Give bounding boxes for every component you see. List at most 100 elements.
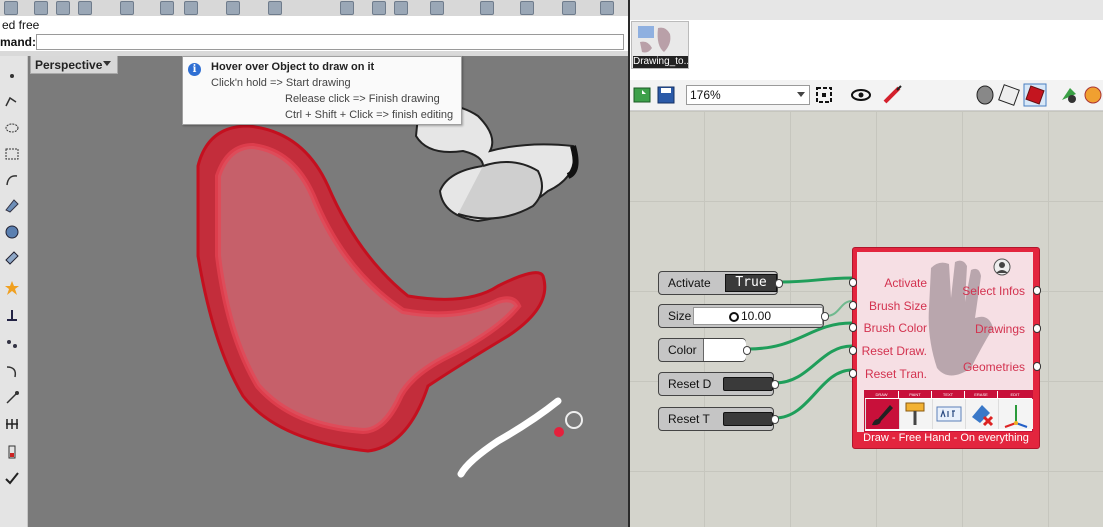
toolbar-icon[interactable] — [226, 1, 240, 15]
edit-tool-button[interactable] — [998, 399, 1033, 429]
input-grip[interactable] — [849, 278, 857, 287]
sketch-icon[interactable] — [882, 85, 904, 105]
reset-transform-button[interactable]: Reset T — [658, 407, 779, 431]
arc-icon[interactable] — [4, 172, 20, 188]
command-input[interactable] — [36, 34, 624, 50]
mesh-icon[interactable] — [4, 250, 20, 266]
grasshopper-canvas[interactable]: Activate True Size 10.00 Color Reset D R… — [630, 111, 1103, 527]
explode-icon[interactable] — [4, 280, 20, 296]
command-line: mand: — [0, 33, 628, 52]
open-file-icon[interactable] — [632, 85, 652, 105]
drawing-tooltip: i Hover over Object to draw on it Click'… — [182, 56, 462, 125]
tooltip-line: Ctrl + Shift + Click => finish editing — [285, 109, 454, 121]
slider-knob[interactable] — [729, 312, 739, 322]
input-grip[interactable] — [849, 369, 857, 378]
toolbar-icon[interactable] — [120, 1, 134, 15]
left-toolbar — [0, 56, 28, 527]
output-grip[interactable] — [743, 346, 751, 355]
sphere-icon[interactable] — [1082, 84, 1102, 106]
toolbar-icon[interactable] — [184, 1, 198, 15]
button-face[interactable] — [723, 412, 773, 426]
draw-tool-button[interactable] — [865, 399, 899, 429]
hand-icon — [638, 26, 671, 53]
perspective-viewport[interactable]: Perspective — [28, 56, 628, 527]
preview-shaded-icon[interactable] — [974, 84, 996, 106]
preview-selected-icon[interactable] — [1023, 83, 1047, 107]
paint-tool-button[interactable] — [899, 399, 932, 429]
input-label: Brush Size — [868, 299, 927, 313]
command-history: ed free — [0, 16, 628, 34]
chevron-down-icon[interactable] — [797, 92, 805, 97]
output-grip[interactable] — [775, 279, 783, 288]
swatch-value[interactable] — [703, 339, 746, 361]
input-grip[interactable] — [849, 323, 857, 332]
toolbar-icon[interactable] — [268, 1, 282, 15]
output-grip[interactable] — [1033, 362, 1041, 371]
zoom-select[interactable]: 176% — [686, 85, 810, 105]
array-icon[interactable] — [4, 416, 20, 432]
curve-icon[interactable] — [4, 364, 20, 380]
analyze-icon[interactable] — [4, 308, 20, 324]
toolbar-icon[interactable] — [34, 1, 48, 15]
save-icon[interactable] — [656, 85, 676, 105]
points-icon[interactable] — [4, 336, 20, 352]
toolbar-icon[interactable] — [430, 1, 444, 15]
button-face[interactable] — [723, 377, 773, 391]
rectangle-icon[interactable] — [4, 146, 20, 162]
output-grip[interactable] — [1033, 324, 1041, 333]
activate-toggle[interactable]: Activate True — [658, 271, 783, 295]
avatar-icon — [993, 258, 1011, 276]
toolbar-icon[interactable] — [340, 1, 354, 15]
toolbar-icon[interactable] — [562, 1, 576, 15]
input-label: Reset Tran. — [864, 367, 927, 381]
output-grip[interactable] — [771, 380, 779, 389]
paint-roller-icon — [905, 402, 925, 425]
param-label: Reset D — [668, 377, 712, 391]
output-label: Drawings — [974, 322, 1025, 336]
erase-tool-button[interactable] — [965, 399, 998, 429]
toolbar-icon[interactable] — [160, 1, 174, 15]
size-slider[interactable]: Size 10.00 — [658, 304, 829, 328]
component-body: Activate Brush Size Brush Color Reset Dr… — [857, 252, 1033, 432]
toolbar-icon[interactable] — [394, 1, 408, 15]
polyline-icon[interactable] — [4, 94, 20, 110]
output-grip[interactable] — [771, 415, 779, 424]
output-grip[interactable] — [821, 312, 829, 321]
viewport-title: Perspective — [35, 58, 103, 72]
toolbar-icon[interactable] — [372, 1, 386, 15]
toolbar-icon[interactable] — [520, 1, 534, 15]
gh-component-tab: Drawing_to... — [630, 20, 1103, 81]
surface-icon[interactable] — [4, 198, 20, 214]
gh-toolbar: 176% — [630, 80, 1103, 111]
component-tile[interactable]: Drawing_to... — [631, 21, 689, 69]
text-tool-button[interactable] — [932, 399, 965, 429]
toolbar-icon[interactable] — [600, 1, 614, 15]
toolbar-icon[interactable] — [78, 1, 92, 15]
param-label: Reset T — [668, 412, 710, 426]
dimension-icon[interactable] — [4, 390, 20, 406]
text-icon — [936, 406, 962, 422]
viewport-tab[interactable]: Perspective — [30, 56, 118, 74]
solid-icon[interactable] — [4, 224, 20, 240]
check-icon[interactable] — [4, 470, 20, 486]
chevron-down-icon[interactable] — [103, 61, 111, 66]
output-grip[interactable] — [1033, 286, 1041, 295]
tooltip-line: Click'n hold => Start drawing — [211, 77, 351, 89]
battery-icon[interactable] — [4, 444, 20, 460]
point-icon[interactable] — [4, 68, 20, 84]
bake-icon[interactable] — [1058, 84, 1080, 106]
input-grip[interactable] — [849, 346, 857, 355]
zoom-extents-icon[interactable] — [814, 85, 834, 105]
input-grip[interactable] — [849, 301, 857, 310]
preview-wire-icon[interactable] — [998, 84, 1020, 106]
toolbar-icon[interactable] — [480, 1, 494, 15]
circle-icon[interactable] — [4, 120, 20, 136]
color-swatch[interactable]: Color — [658, 338, 751, 362]
toolbar-icon[interactable] — [4, 1, 18, 15]
eye-icon[interactable] — [850, 87, 872, 103]
reset-draw-button[interactable]: Reset D — [658, 372, 779, 396]
output-label: Geometries — [962, 360, 1025, 374]
toggle-value[interactable]: True — [725, 274, 777, 292]
toolbar-icon[interactable] — [56, 1, 70, 15]
draw-component[interactable]: Activate Brush Size Brush Color Reset Dr… — [849, 247, 1041, 449]
